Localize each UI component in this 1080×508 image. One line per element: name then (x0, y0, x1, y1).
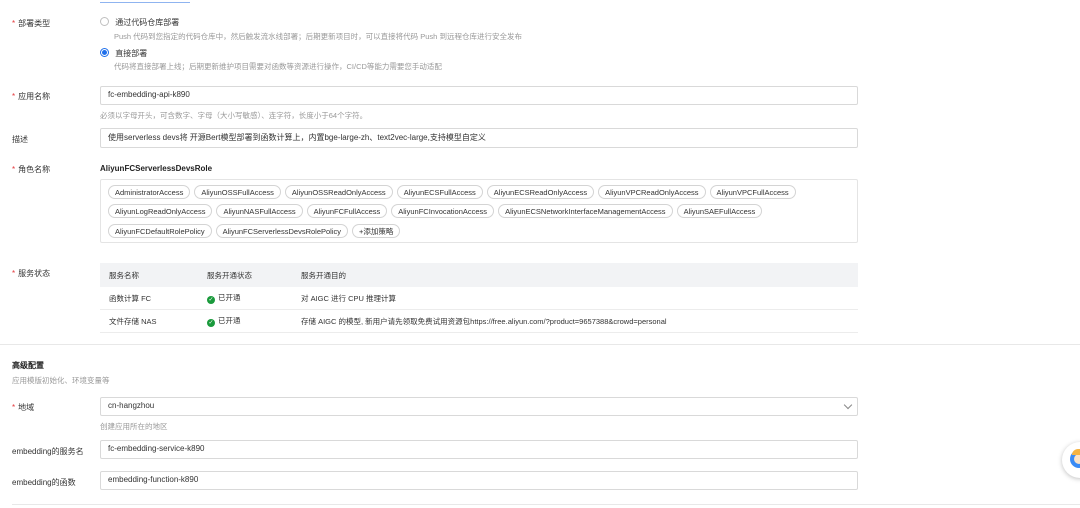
service-purpose: 存储 AIGC 的模型, 新用户请先领取免费试用资源包https://free.… (300, 309, 858, 333)
table-row: 文件存储 NAS ✓ 已开通 存储 AIGC 的模型, 新用户请先领取免费试用资源… (100, 309, 858, 333)
service-status-label: * 服务状态 (12, 269, 51, 278)
service-name: 文件存储 NAS (100, 309, 206, 333)
policy-tag-box: AdministratorAccess AliyunOSSFullAccess … (100, 179, 858, 243)
radio-repo[interactable] (100, 17, 109, 26)
col-header-status: 服务开通状态 (206, 263, 300, 287)
policy-tag[interactable]: AliyunECSNetworkInterfaceManagementAcces… (498, 204, 673, 219)
service-name: 函数计算 FC (100, 287, 206, 310)
advanced-subtitle: 应用模版初始化、环境变量等 (12, 376, 110, 385)
deploy-option-repo-title: 通过代码仓库部署 (115, 18, 180, 27)
check-circle-icon: ✓ (207, 296, 215, 304)
deploy-option-repo[interactable]: 通过代码仓库部署 (100, 17, 179, 28)
service-table-header: 服务名称 服务开通状态 服务开通目的 (100, 263, 858, 287)
policy-tag[interactable]: AliyunFCServerlessDevsRolePolicy (215, 223, 348, 238)
deploy-option-direct-title: 直接部署 (115, 49, 148, 58)
region-help: 创建应用所在的地区 (100, 422, 168, 431)
advanced-title: 高级配置 (12, 361, 44, 370)
deploy-option-direct[interactable]: 直接部署 (100, 48, 147, 59)
policy-tag[interactable]: AliyunOSSReadOnlyAccess (284, 185, 393, 199)
service-status-table: 服务名称 服务开通状态 服务开通目的 函数计算 FC ✓ 已开通 对 AIGC 进… (100, 263, 858, 333)
service-status: ✓ 已开通 (206, 309, 300, 333)
region-label: * 地域 (12, 403, 35, 412)
role-label: * 角色名称 (12, 165, 51, 174)
policy-tag[interactable]: AliyunFCFullAccess (306, 204, 388, 219)
region-select[interactable]: cn-hangzhou (100, 397, 858, 416)
app-name-label: * 应用名称 (12, 92, 51, 101)
bottom-divider (12, 504, 1080, 505)
description-input[interactable]: 使用serverless devs将 开源Bert模型部署到函数计算上，内置bg… (100, 128, 858, 148)
service-status: ✓ 已开通 (206, 287, 300, 310)
embedding-function-label: embedding的函数 (12, 478, 76, 487)
col-header-name: 服务名称 (100, 263, 206, 287)
policy-tag[interactable]: AliyunVPCFullAccess (709, 185, 796, 199)
policy-tag[interactable]: AliyunECSFullAccess (396, 185, 483, 199)
role-value: AliyunFCServerlessDevsRole (100, 164, 213, 173)
app-name-input[interactable]: fc-embedding-api-k890 (100, 86, 858, 105)
check-circle-icon: ✓ (207, 319, 215, 327)
policy-tag[interactable]: AliyunVPCReadOnlyAccess (598, 185, 706, 199)
description-label: 描述 (12, 135, 28, 144)
policy-tag[interactable]: AliyunFCDefaultRolePolicy (108, 223, 212, 238)
policy-tag[interactable]: AliyunECSReadOnlyAccess (486, 185, 595, 199)
deploy-option-direct-desc: 代码将直接部署上线；后期更新维护项目需要对函数等资源进行操作，CI/CD等能力需… (114, 62, 442, 71)
section-divider (0, 344, 1080, 345)
policy-tag[interactable]: AliyunSAEFullAccess (676, 204, 763, 219)
deploy-type-label: * 部署类型 (12, 19, 51, 28)
policy-tag[interactable]: AdministratorAccess (108, 185, 191, 199)
table-row: 函数计算 FC ✓ 已开通 对 AIGC 进行 CPU 推理计算 (100, 287, 858, 310)
assistant-avatar-icon (1070, 449, 1080, 468)
policy-tag[interactable]: AliyunLogReadOnlyAccess (108, 204, 213, 219)
policy-tag[interactable]: AliyunOSSFullAccess (194, 185, 281, 199)
col-header-purpose: 服务开通目的 (300, 263, 858, 287)
assistant-avatar-button[interactable] (1062, 442, 1080, 478)
embedding-service-label: embedding的服务名 (12, 447, 84, 456)
top-clipped-link[interactable] (100, 0, 190, 3)
app-name-help: 必须以字母开头，可含数字、字母（大小写敏感）、连字符，长度小于64个字符。 (100, 111, 368, 120)
embedding-service-input[interactable]: fc-embedding-service-k890 (100, 440, 858, 459)
radio-direct[interactable] (100, 48, 109, 57)
policy-tag[interactable]: AliyunNASFullAccess (216, 204, 303, 219)
add-policy-button[interactable]: +添加策略 (352, 223, 401, 238)
embedding-function-input[interactable]: embedding-function-k890 (100, 471, 858, 490)
service-purpose: 对 AIGC 进行 CPU 推理计算 (300, 287, 858, 310)
region-select-value: cn-hangzhou (108, 401, 155, 410)
chevron-down-icon (843, 400, 853, 410)
policy-tag[interactable]: AliyunFCInvocationAccess (391, 204, 495, 219)
deploy-option-repo-desc: Push 代码到您指定的代码仓库中，然后触发流水线部署；后期更新项目时，可以直接… (114, 32, 522, 41)
